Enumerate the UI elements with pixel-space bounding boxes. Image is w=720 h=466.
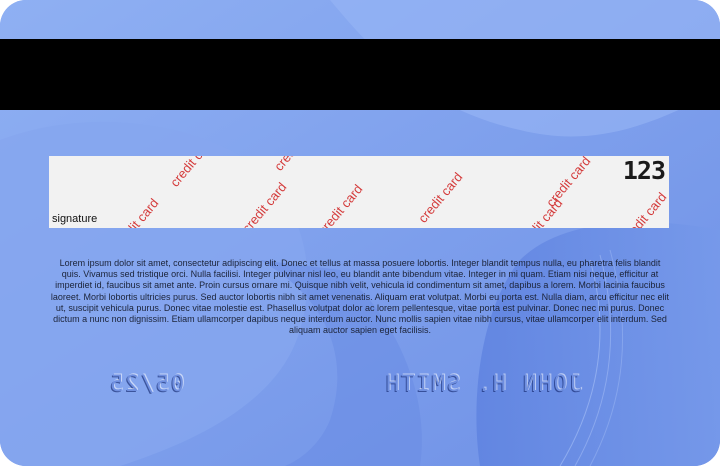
magnetic-stripe: [0, 39, 720, 110]
signature-label: signature: [52, 213, 98, 225]
signature-pattern-text: credit card: [543, 156, 594, 210]
signature-panel[interactable]: credit card credit card credit card cred…: [49, 156, 669, 228]
credit-card-back: credit card credit card credit card cred…: [0, 0, 720, 466]
terms-fine-print: Lorem ipsum dolor sit amet, consectetur …: [50, 258, 670, 336]
signature-pattern-text: credit card: [167, 156, 218, 190]
signature-pattern-text: credit card: [315, 181, 366, 228]
signature-pattern-text: credit card: [619, 189, 669, 228]
signature-pattern-text: credit card: [239, 179, 290, 228]
signature-pattern-text: credit card: [415, 169, 466, 226]
signature-pattern-text: credit card: [271, 156, 322, 174]
embossed-cardholder-name: JOHN H. SMITH: [384, 372, 583, 397]
signature-pattern-text: credit card: [111, 195, 162, 228]
embossed-expiry-date: 05/25: [108, 372, 185, 397]
cvv-code: 123: [622, 156, 666, 185]
